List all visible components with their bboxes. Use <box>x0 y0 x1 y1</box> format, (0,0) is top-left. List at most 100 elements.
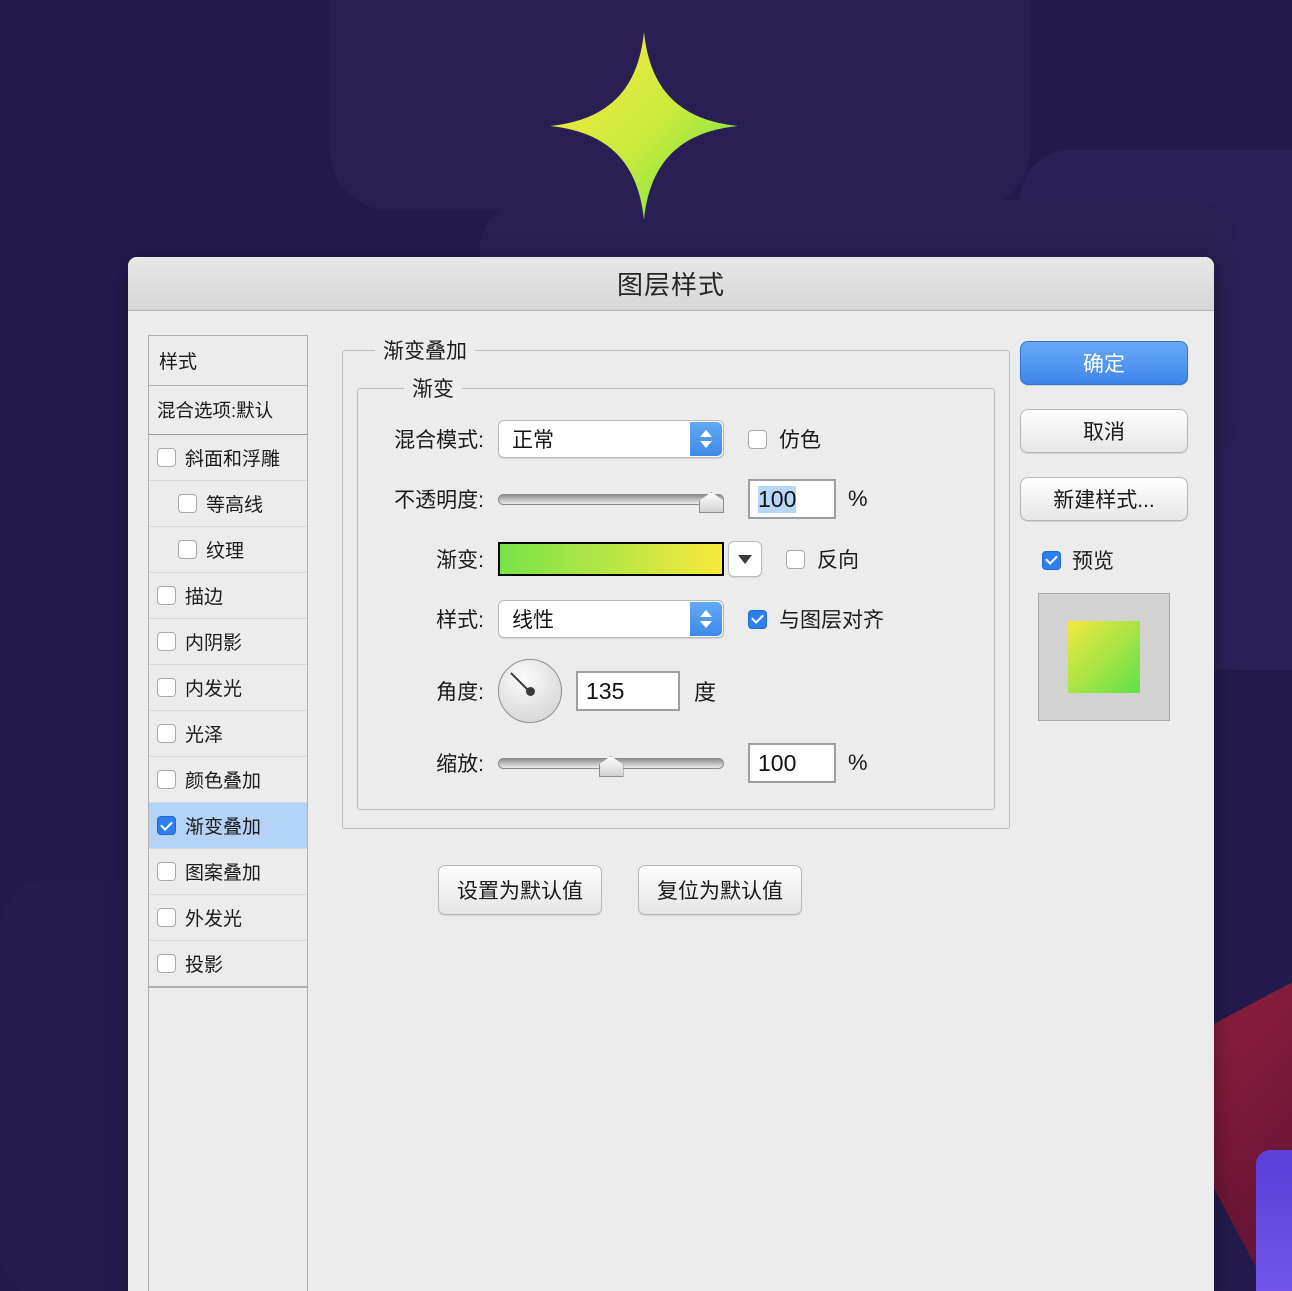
style-label: 图案叠加 <box>185 863 262 884</box>
opacity-value: 100 <box>758 485 797 513</box>
style-row-stroke[interactable]: 描边 <box>149 573 307 619</box>
checkbox-texture[interactable] <box>178 540 197 559</box>
cancel-button[interactable]: 取消 <box>1020 409 1188 453</box>
set-as-default-button[interactable]: 设置为默认值 <box>438 865 602 915</box>
gradient-label: 渐变: <box>436 549 484 572</box>
ok-button[interactable]: 确定 <box>1020 341 1188 385</box>
background-blue-accent <box>1256 1150 1292 1291</box>
gradient-style-value: 线性 <box>512 609 554 632</box>
default-buttons-row: 设置为默认值 复位为默认值 <box>438 865 1010 915</box>
preview-swatch <box>1068 621 1140 693</box>
scale-slider[interactable] <box>498 753 724 777</box>
styles-list-header: 样式 <box>149 336 307 386</box>
style-row-color-overlay[interactable]: 颜色叠加 <box>149 757 307 803</box>
reverse-label: 反向 <box>817 549 859 572</box>
blend-mode-select[interactable]: 正常 <box>498 420 724 458</box>
stepper-arrows-icon[interactable] <box>690 422 722 456</box>
gradient-group: 渐变 混合模式: 正常 仿色 不透明度: 100 % 渐变: 反向 样式: 线性… <box>357 373 995 810</box>
dither-group: 仿色 <box>748 424 821 454</box>
style-label-text: 样式: <box>436 609 484 632</box>
style-row-pattern-overlay[interactable]: 图案叠加 <box>149 849 307 895</box>
checkbox-pattern-overlay[interactable] <box>157 862 176 881</box>
chevron-down-icon <box>738 554 752 564</box>
align-with-layer-group: 与图层对齐 <box>748 604 884 634</box>
style-row: 样式: 线性 与图层对齐 <box>380 599 972 639</box>
style-label: 投影 <box>185 955 224 976</box>
styles-list-empty-area <box>148 988 308 1291</box>
gradient-picker-button[interactable] <box>728 541 762 577</box>
checkbox-bevel-emboss[interactable] <box>157 448 176 467</box>
angle-dial-hub <box>525 686 535 696</box>
opacity-label: 不透明度: <box>394 489 484 512</box>
dither-label: 仿色 <box>779 429 821 452</box>
gradient-overlay-group: 渐变叠加 渐变 混合模式: 正常 仿色 不透明度: 100 % 渐变: 反向 样… <box>342 335 1010 829</box>
opacity-value-group: 100 % <box>748 479 868 519</box>
style-label: 描边 <box>185 587 224 608</box>
style-label: 纹理 <box>206 541 245 562</box>
dialog-actions: 确定 取消 新建样式... 预览 <box>1020 335 1196 1291</box>
four-point-star-icon <box>550 32 738 220</box>
reset-to-default-button[interactable]: 复位为默认值 <box>638 865 802 915</box>
gradient-overlay-panel: 渐变叠加 渐变 混合模式: 正常 仿色 不透明度: 100 % 渐变: 反向 样… <box>308 335 1020 1291</box>
opacity-slider-track[interactable] <box>498 493 724 505</box>
scale-unit: % <box>848 750 868 775</box>
stepper-arrows-icon[interactable] <box>690 602 722 636</box>
opacity-input[interactable]: 100 <box>748 479 836 519</box>
blending-options-row[interactable]: 混合选项:默认 <box>149 386 307 435</box>
opacity-slider[interactable] <box>498 489 724 513</box>
checkbox-color-overlay[interactable] <box>157 770 176 789</box>
star-artwork <box>546 28 742 224</box>
scale-value-group: 100 % <box>748 743 868 783</box>
scale-value: 100 <box>758 749 797 776</box>
checkbox-contour[interactable] <box>178 494 197 513</box>
style-row-texture[interactable]: 纹理 <box>149 527 307 573</box>
checkbox-preview[interactable] <box>1042 550 1061 570</box>
checkbox-align-with-layer[interactable] <box>748 609 767 629</box>
gradient-group-title: 渐变 <box>412 378 454 401</box>
checkbox-stroke[interactable] <box>157 586 176 605</box>
opacity-unit: % <box>848 486 868 511</box>
style-label: 内发光 <box>185 679 243 700</box>
dialog-title: 图层样式 <box>616 270 725 300</box>
angle-value: 135 <box>586 677 625 704</box>
checkbox-drop-shadow[interactable] <box>157 954 176 973</box>
checkbox-satin[interactable] <box>157 724 176 743</box>
blend-mode-row: 混合模式: 正常 仿色 <box>380 419 972 459</box>
styles-list: 样式 混合选项:默认 斜面和浮雕 等高线 纹理 描边 内阴影 内发光 光泽 颜色… <box>148 335 308 988</box>
style-row-satin[interactable]: 光泽 <box>149 711 307 757</box>
angle-input[interactable]: 135 <box>576 671 680 711</box>
dialog-titlebar: 图层样式 <box>128 257 1214 311</box>
style-row-contour[interactable]: 等高线 <box>149 481 307 527</box>
blend-mode-label: 混合模式: <box>394 429 484 452</box>
angle-dial[interactable] <box>498 659 562 723</box>
style-row-inner-shadow[interactable]: 内阴影 <box>149 619 307 665</box>
opacity-row: 不透明度: 100 % <box>380 479 972 519</box>
checkbox-inner-shadow[interactable] <box>157 632 176 651</box>
dialog-body: 样式 混合选项:默认 斜面和浮雕 等高线 纹理 描边 内阴影 内发光 光泽 颜色… <box>128 311 1214 1291</box>
checkbox-gradient-overlay[interactable] <box>157 816 176 835</box>
checkbox-dither[interactable] <box>748 429 767 449</box>
blend-mode-value: 正常 <box>512 429 554 452</box>
layer-style-dialog: 图层样式 样式 混合选项:默认 斜面和浮雕 等高线 纹理 描边 内阴影 内发光 … <box>128 257 1214 1291</box>
new-style-button[interactable]: 新建样式... <box>1020 477 1188 521</box>
screen: 图层样式 样式 混合选项:默认 斜面和浮雕 等高线 纹理 描边 内阴影 内发光 … <box>0 0 1292 1291</box>
preview-toggle[interactable]: 预览 <box>1042 545 1196 575</box>
angle-unit: 度 <box>694 680 717 705</box>
style-row-gradient-overlay[interactable]: 渐变叠加 <box>149 803 307 849</box>
gradient-style-select[interactable]: 线性 <box>498 600 724 638</box>
style-row-outer-glow[interactable]: 外发光 <box>149 895 307 941</box>
style-row-bevel-emboss[interactable]: 斜面和浮雕 <box>149 435 307 481</box>
preview-label: 预览 <box>1072 550 1114 573</box>
styles-column: 样式 混合选项:默认 斜面和浮雕 等高线 纹理 描边 内阴影 内发光 光泽 颜色… <box>148 335 308 1291</box>
checkbox-reverse[interactable] <box>786 549 805 569</box>
style-label: 颜色叠加 <box>185 771 262 792</box>
styles-header-label: 样式 <box>159 352 198 373</box>
style-row-inner-glow[interactable]: 内发光 <box>149 665 307 711</box>
checkbox-inner-glow[interactable] <box>157 678 176 697</box>
scale-row: 缩放: 100 % <box>380 743 972 783</box>
gradient-swatch[interactable] <box>498 542 724 576</box>
scale-input[interactable]: 100 <box>748 743 836 783</box>
style-row-drop-shadow[interactable]: 投影 <box>149 941 307 987</box>
checkbox-outer-glow[interactable] <box>157 908 176 927</box>
preview-box <box>1038 593 1170 721</box>
